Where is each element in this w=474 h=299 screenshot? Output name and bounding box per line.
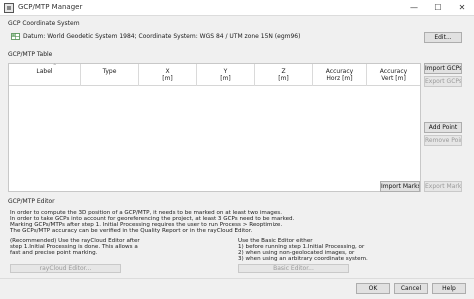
- maximize-button[interactable]: ☐: [426, 1, 450, 15]
- title-bar: GCP/MTP Manager — ☐ ✕: [0, 0, 474, 16]
- globe-grid-icon: [11, 33, 20, 40]
- basic-editor-button[interactable]: Basic Editor...: [238, 264, 349, 273]
- editor-description: In order to compute the 3D position of a…: [10, 210, 294, 234]
- column-header-text: Label: [36, 68, 53, 75]
- column-header-text: Accuracy: [379, 68, 408, 75]
- app-icon: [4, 3, 14, 13]
- column-header-unit: Vert [m]: [381, 75, 406, 82]
- column-header-text: Accuracy: [325, 68, 354, 75]
- column-header-type[interactable]: Type: [81, 64, 139, 86]
- column-header-accuracy-horz[interactable]: Accuracy Horz [m]: [313, 64, 367, 86]
- import-marks-button[interactable]: Import Marks...: [380, 181, 420, 192]
- gcp-editor-label: GCP/MTP Editor: [8, 198, 55, 205]
- gcp-table[interactable]: Label Type X [m] Y [m] Z [m] Accuracy Ho…: [8, 63, 421, 192]
- column-header-y[interactable]: Y [m]: [197, 64, 255, 86]
- add-point-button[interactable]: Add Point: [424, 122, 462, 133]
- column-header-unit: [m]: [278, 75, 289, 82]
- sort-indicator-icon: ^: [53, 63, 57, 68]
- raycloud-editor-button[interactable]: rayCloud Editor...: [10, 264, 121, 273]
- column-header-x[interactable]: X [m]: [139, 64, 197, 86]
- column-header-label[interactable]: Label: [9, 64, 81, 86]
- minimize-button[interactable]: —: [402, 1, 426, 15]
- description-line: 3) when using an arbitrary coordinate sy…: [238, 256, 368, 263]
- import-gcps-button[interactable]: Import GCPs...: [424, 63, 462, 74]
- gcp-table-label: GCP/MTP Table: [8, 51, 53, 58]
- close-button[interactable]: ✕: [450, 1, 474, 15]
- column-header-unit: [m]: [162, 75, 173, 82]
- coordinate-system-label: GCP Coordinate System: [8, 20, 80, 27]
- raycloud-editor-description: (Recommended) Use the rayCloud Editor af…: [10, 238, 140, 256]
- ok-button[interactable]: OK: [356, 283, 390, 294]
- column-header-unit: [m]: [220, 75, 231, 82]
- footer-divider: [0, 278, 474, 279]
- remove-points-button[interactable]: Remove Points: [424, 135, 462, 146]
- column-header-z[interactable]: Z [m]: [255, 64, 313, 86]
- cancel-button[interactable]: Cancel: [394, 283, 428, 294]
- window-title: GCP/MTP Manager: [18, 3, 83, 11]
- column-header-unit: Horz [m]: [326, 75, 353, 82]
- export-marks-button[interactable]: Export Marks...: [424, 181, 462, 192]
- datum-text: Datum: World Geodetic System 1984; Coord…: [23, 33, 301, 40]
- column-header-text: X: [165, 68, 170, 75]
- table-header: Label Type X [m] Y [m] Z [m] Accuracy Ho…: [9, 63, 420, 86]
- edit-coordinate-system-button[interactable]: Edit...: [424, 32, 462, 43]
- help-button[interactable]: Help: [432, 283, 466, 294]
- column-header-text: Z: [281, 68, 286, 75]
- export-gcps-button[interactable]: Export GCPs...: [424, 76, 462, 87]
- description-line: The GCPs/MTP accuracy can be verified in…: [10, 228, 253, 235]
- column-header-text: Type: [102, 68, 117, 75]
- column-header-accuracy-vert[interactable]: Accuracy Vert [m]: [367, 64, 420, 86]
- basic-editor-description: Use the Basic Editor either 1) before ru…: [238, 238, 368, 262]
- description-line: fast and precise point marking.: [10, 250, 98, 257]
- column-header-text: Y: [223, 68, 228, 75]
